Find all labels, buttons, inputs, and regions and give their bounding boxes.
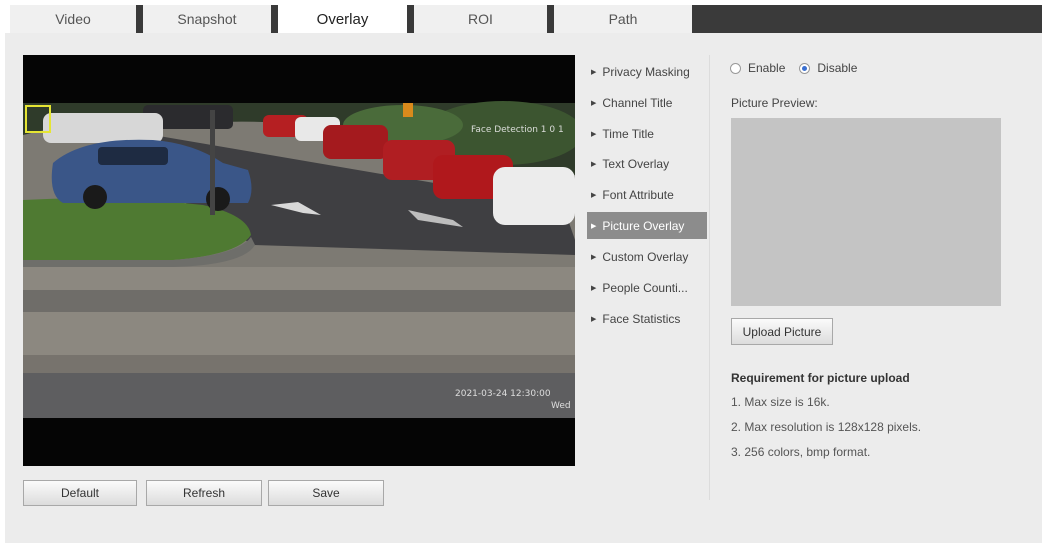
menu-item-label: Text Overlay xyxy=(602,156,670,171)
menu-item-label: Custom Overlay xyxy=(602,249,689,264)
refresh-button[interactable]: Refresh xyxy=(146,480,262,506)
menu-item-channel-title[interactable]: ▶ Channel Title xyxy=(587,89,707,116)
menu-item-label: Channel Title xyxy=(602,95,673,110)
menu-item-label: Privacy Masking xyxy=(602,64,690,79)
menu-item-privacy-masking[interactable]: ▶ Privacy Masking xyxy=(587,58,707,85)
save-button[interactable]: Save xyxy=(268,480,384,506)
triangle-right-icon: ▶ xyxy=(591,99,597,107)
menu-item-text-overlay[interactable]: ▶ Text Overlay xyxy=(587,150,707,177)
video-frame-image xyxy=(23,55,575,466)
disable-radio[interactable] xyxy=(799,62,811,74)
menu-item-face-statistics[interactable]: ▶ Face Statistics xyxy=(587,305,707,332)
menu-item-time-title[interactable]: ▶ Time Title xyxy=(587,120,707,147)
live-video-preview[interactable]: Face Detection 1 0 1 2021-03-24 12:30:00… xyxy=(23,55,575,466)
tab-bar: Video Snapshot Overlay ROI Path xyxy=(10,5,1042,33)
triangle-right-icon: ▶ xyxy=(591,253,597,261)
menu-item-label: People Counti... xyxy=(602,280,688,295)
tab-roi[interactable]: ROI xyxy=(414,5,554,33)
triangle-right-icon: ▶ xyxy=(591,68,597,76)
triangle-right-icon: ▶ xyxy=(591,160,597,168)
menu-item-label: Picture Overlay xyxy=(602,218,685,233)
requirement-line: 1. Max size is 16k. xyxy=(731,395,830,409)
tab-snapshot[interactable]: Snapshot xyxy=(143,5,278,33)
video-timestamp: 2021-03-24 12:30:00 xyxy=(455,389,551,399)
enable-radio-group: Enable Disable xyxy=(730,61,857,75)
tab-video[interactable]: Video xyxy=(10,5,143,33)
requirement-line: 3. 256 colors, bmp format. xyxy=(731,445,871,459)
triangle-right-icon: ▶ xyxy=(591,191,597,199)
menu-item-label: Face Statistics xyxy=(602,311,681,326)
enable-label: Enable xyxy=(748,61,786,75)
menu-item-custom-overlay[interactable]: ▶ Custom Overlay xyxy=(587,243,707,270)
menu-item-people-counting[interactable]: ▶ People Counti... xyxy=(587,274,707,301)
enable-radio[interactable] xyxy=(730,62,741,74)
triangle-right-icon: ▶ xyxy=(591,284,597,292)
triangle-right-icon: ▶ xyxy=(591,315,597,323)
upload-picture-button[interactable]: Upload Picture xyxy=(731,318,833,345)
menu-item-font-attribute[interactable]: ▶ Font Attribute xyxy=(587,181,707,208)
picture-preview-box xyxy=(731,118,1001,306)
requirement-title: Requirement for picture upload xyxy=(731,371,910,385)
requirement-line: 2. Max resolution is 128x128 pixels. xyxy=(731,420,922,434)
video-channel-title: Face Detection 1 0 1 xyxy=(471,125,564,135)
disable-label: Disable xyxy=(817,61,858,75)
picture-preview-label: Picture Preview: xyxy=(731,96,818,110)
menu-item-label: Time Title xyxy=(602,126,654,141)
tab-path[interactable]: Path xyxy=(554,5,692,33)
video-weekday: Wed xyxy=(551,401,571,411)
triangle-right-icon: ▶ xyxy=(591,222,597,230)
menu-item-label: Font Attribute xyxy=(602,187,674,202)
divider xyxy=(709,55,710,500)
tab-overlay[interactable]: Overlay xyxy=(278,5,414,33)
triangle-right-icon: ▶ xyxy=(591,130,597,138)
menu-item-picture-overlay[interactable]: ▶ Picture Overlay xyxy=(587,212,707,239)
default-button[interactable]: Default xyxy=(23,480,137,506)
